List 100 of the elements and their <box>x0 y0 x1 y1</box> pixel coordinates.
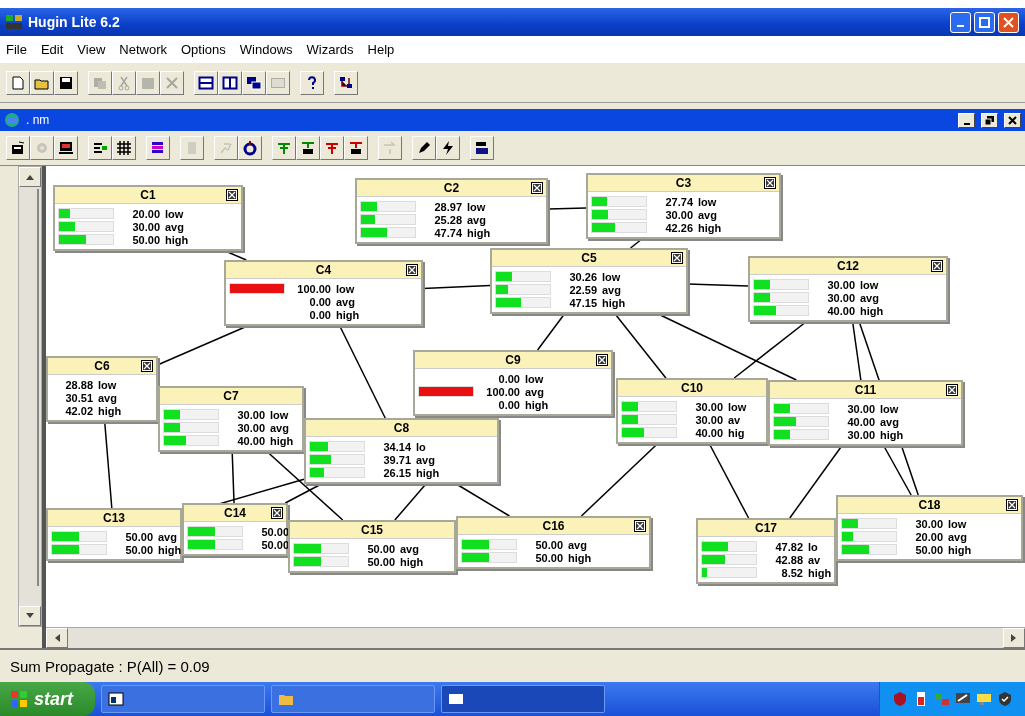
scroll-up-button[interactable] <box>19 167 41 187</box>
gear-icon <box>34 140 50 156</box>
close-button[interactable] <box>1004 112 1021 128</box>
horizontal-split-button[interactable] <box>194 70 218 95</box>
state-label: avg <box>880 415 899 428</box>
restore-button[interactable] <box>981 112 998 128</box>
left-arrow-icon <box>54 634 60 642</box>
grid-button[interactable] <box>112 136 136 160</box>
node-card[interactable]: C7 30.00 low 30.00 avg 40.00 high <box>158 386 304 452</box>
cross-branch-button[interactable] <box>320 136 344 160</box>
node-card[interactable]: C17 47.82 lo 42.88 av 8.52 high <box>696 518 836 584</box>
cross-block-button[interactable] <box>344 136 368 160</box>
node-card[interactable]: C12 30.00 low 30.00 avg 40.00 high <box>748 256 948 322</box>
node-card[interactable]: C5 30.26 low 22.59 avg 47.15 high <box>490 248 688 314</box>
probability-value: 30.00 <box>236 408 265 421</box>
lightning-button[interactable] <box>436 136 460 160</box>
node-card[interactable]: C18 30.00 low 20.00 avg 50.00 high <box>836 495 1023 561</box>
probability-value: 30.00 <box>131 220 160 233</box>
scroll-left-button[interactable] <box>46 628 68 648</box>
node-list-button[interactable] <box>88 136 112 160</box>
close-box-icon[interactable] <box>931 260 943 272</box>
close-box-icon[interactable] <box>671 252 683 264</box>
scroll-down-button[interactable] <box>19 606 41 626</box>
branch-button[interactable] <box>272 136 296 160</box>
probability-value: 50.00 <box>124 530 153 543</box>
state-label: high <box>602 296 626 309</box>
node-card[interactable]: C13 50.00 avg 50.00 high <box>46 508 182 561</box>
menu-item[interactable]: Network <box>119 42 167 57</box>
node-card[interactable]: C3 27.74 low 30.00 avg 42.26 high <box>586 173 781 239</box>
taskbar-button[interactable] <box>441 685 605 713</box>
shield-icon[interactable] <box>997 691 1013 707</box>
open-folder-button[interactable] <box>30 70 54 95</box>
probability-value: 42.26 <box>664 221 693 234</box>
close-box-icon[interactable] <box>406 264 418 276</box>
branch-block-button[interactable] <box>296 136 320 160</box>
cross-branch-icon <box>324 140 340 156</box>
scroll-right-button[interactable] <box>1003 628 1025 648</box>
close-box-icon[interactable] <box>226 189 238 201</box>
probability-value: 30.00 <box>846 402 875 415</box>
node-card[interactable]: C8 34.14 lo 39.71 avg 26.15 high <box>304 418 499 484</box>
state-label: low <box>336 282 355 295</box>
close-box-icon[interactable] <box>634 520 646 532</box>
close-box-icon[interactable] <box>271 507 283 519</box>
vertical-split-icon <box>222 74 238 91</box>
help-button[interactable] <box>300 70 324 95</box>
node-card[interactable]: C9 0.00 low 100.00 avg 0.00 high <box>413 350 613 416</box>
menu-item[interactable]: Help <box>367 42 395 57</box>
probability-value: 30.51 <box>64 391 93 404</box>
node-card[interactable]: C10 30.00 low 30.00 av 40.00 hig <box>616 378 768 444</box>
state-label: high <box>698 221 722 234</box>
minimize-button[interactable] <box>958 112 975 128</box>
node-card[interactable]: C16 50.00 avg 50.00 high <box>456 516 651 569</box>
probability-value: 28.88 <box>64 378 93 391</box>
horizontal-scrollbar[interactable] <box>46 627 1025 648</box>
network-button[interactable] <box>334 70 358 95</box>
grid-icon <box>116 140 132 156</box>
node-card[interactable]: C11 30.00 low 40.00 avg 30.00 high <box>768 380 963 446</box>
menu-item[interactable]: Windows <box>239 42 293 57</box>
probability-value: 30.00 <box>236 421 265 434</box>
start-button[interactable]: start <box>0 682 95 716</box>
maximize-button[interactable] <box>974 11 995 33</box>
close-box-icon[interactable] <box>1006 499 1018 511</box>
close-box-icon[interactable] <box>141 360 153 372</box>
network-canvas[interactable] <box>46 166 1025 627</box>
pencil-button[interactable] <box>412 136 436 160</box>
close-box-icon[interactable] <box>596 354 608 366</box>
close-box-icon[interactable] <box>531 182 543 194</box>
node-card[interactable]: C6 28.88 low 30.51 avg 42.02 high <box>46 356 158 422</box>
node-card[interactable]: C2 28.97 low 25.28 avg 47.74 high <box>355 178 548 244</box>
new-file-button[interactable] <box>6 70 30 95</box>
node-card[interactable]: C4 100.00 low 0.00 avg 0.00 high <box>224 260 423 326</box>
state-label: high <box>416 466 440 479</box>
node-card[interactable]: C15 50.00 avg 50.00 high <box>288 520 456 573</box>
up-arrow-icon <box>26 174 34 180</box>
menu-item[interactable]: Options <box>181 42 226 57</box>
menu-item[interactable]: File <box>6 42 27 57</box>
node-title: C7 <box>223 389 239 403</box>
node-card[interactable]: C1 20.00 low 30.00 avg 50.00 high <box>53 185 243 251</box>
cascade-button[interactable] <box>242 70 266 95</box>
node-card[interactable]: C14 50.00 50.00 <box>182 503 288 556</box>
monitor-button[interactable] <box>54 136 78 160</box>
vertical-scrollbar[interactable] <box>18 166 42 627</box>
node-title: C10 <box>681 381 703 395</box>
properties-button[interactable] <box>6 136 30 160</box>
cycle-button[interactable] <box>238 136 262 160</box>
close-box-icon[interactable] <box>764 177 776 189</box>
vertical-split-button[interactable] <box>218 70 242 95</box>
probability-value: 20.00 <box>131 207 160 220</box>
bars-button[interactable] <box>470 136 494 160</box>
node-title: C15 <box>361 523 383 537</box>
probability-value: 42.88 <box>774 553 803 566</box>
save-button[interactable] <box>54 70 78 95</box>
menu-item[interactable]: Edit <box>40 42 64 57</box>
probability-value: 25.28 <box>433 213 462 226</box>
close-box-icon[interactable] <box>946 384 958 396</box>
edge-line <box>536 313 566 351</box>
menu-item[interactable]: View <box>77 42 106 57</box>
color-bars-button[interactable] <box>146 136 170 160</box>
node-title: C17 <box>755 521 777 535</box>
menu-item[interactable]: Wizards <box>306 42 354 57</box>
